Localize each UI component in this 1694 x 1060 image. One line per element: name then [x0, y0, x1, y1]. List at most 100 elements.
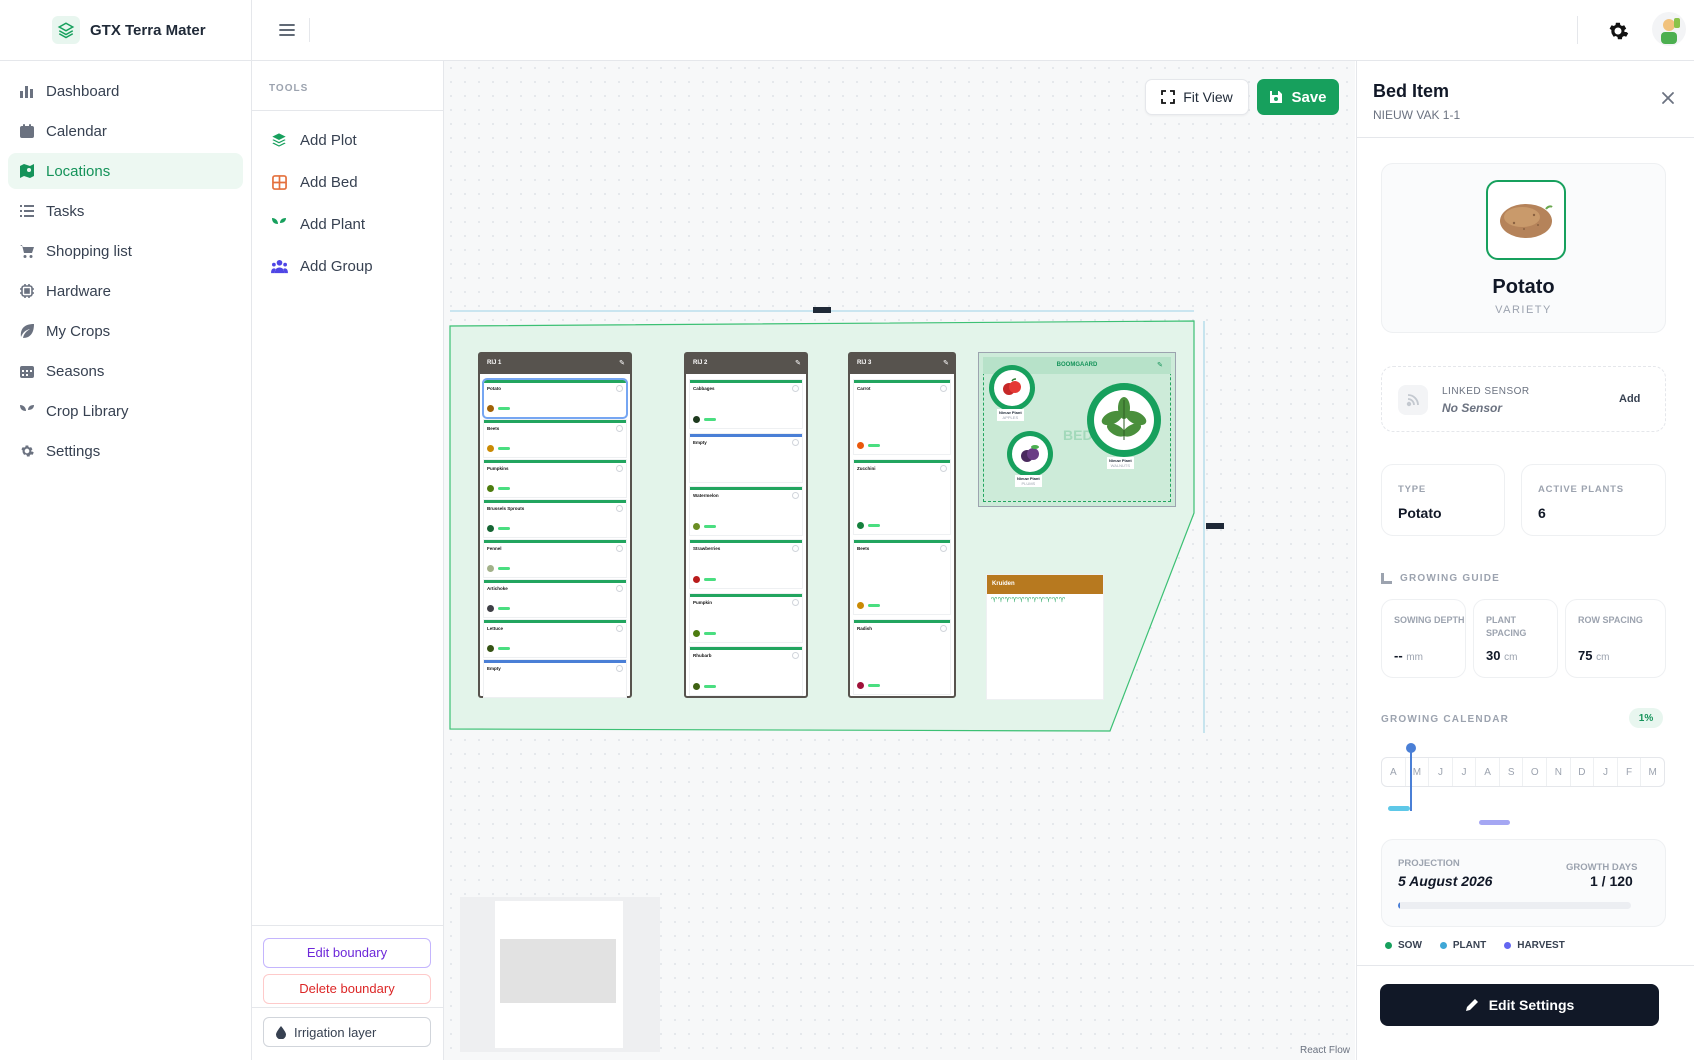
sidebar-item-crop-library[interactable]: Crop Library — [8, 393, 243, 429]
slot-edit-icon[interactable] — [792, 545, 799, 552]
pencil-icon[interactable]: ✎ — [1157, 361, 1163, 369]
pencil-icon[interactable]: ✎ — [795, 359, 801, 367]
tool-label: Add Plot — [300, 131, 357, 149]
crop-icon — [487, 565, 494, 572]
crop-tag — [704, 632, 716, 635]
tree-node[interactable] — [989, 365, 1035, 411]
crop-icon — [487, 645, 494, 652]
row-spacing-card: ROW SPACING 75 cm — [1565, 599, 1666, 678]
bed-rij-1[interactable]: RIJ 1 ✎ Potato Beets Pumpkins Brussels Sp… — [478, 352, 632, 698]
slot-edit-icon[interactable] — [792, 385, 799, 392]
crop-icon — [693, 523, 700, 530]
bed-slot[interactable]: Brussels Sprouts — [484, 500, 626, 537]
layers-logo-icon — [52, 16, 80, 44]
slot-edit-icon[interactable] — [940, 545, 947, 552]
sowing-depth-label: SOWING DEPTH — [1394, 615, 1465, 625]
sidebar-item-shopping-list[interactable]: Shopping list — [8, 233, 243, 269]
growing-guide-title: GROWING GUIDE — [1400, 573, 1501, 584]
close-icon[interactable] — [1659, 89, 1677, 107]
tools-panel: TOOLS Add Plot Add Bed Add Plant Add Gro… — [252, 61, 444, 1060]
tree-node[interactable] — [1007, 431, 1053, 477]
slot-edit-icon[interactable] — [616, 585, 623, 592]
sidebar-item-settings[interactable]: Settings — [8, 433, 243, 469]
month-cell: O — [1523, 758, 1548, 786]
garden-canvas[interactable]: Fit View Save RIJ 1 ✎ Potato Beets Pumpki… — [444, 61, 1355, 1060]
bed-slot[interactable]: Strawberries — [690, 540, 802, 588]
edit-settings-label: Edit Settings — [1488, 997, 1575, 1013]
minimap[interactable] — [460, 897, 660, 1052]
sidebar-item-label: Settings — [46, 442, 101, 460]
bed-slot[interactable]: Artichoke — [484, 580, 626, 617]
irrigation-layer-toggle[interactable]: Irrigation layer — [263, 1017, 431, 1047]
bed-slot[interactable]: Fennel — [484, 540, 626, 577]
sidebar-item-hardware[interactable]: Hardware — [8, 273, 243, 309]
bed-slot[interactable]: Carrot — [854, 380, 950, 454]
bed-slot[interactable]: Lettuce — [484, 620, 626, 657]
crop-tag — [498, 447, 510, 450]
bed-slot[interactable]: Empty — [484, 660, 626, 697]
slot-edit-icon[interactable] — [616, 665, 623, 672]
bed-slot[interactable]: Cabbages — [690, 380, 802, 428]
slot-edit-icon[interactable] — [616, 425, 623, 432]
bed-slot[interactable]: Beets — [484, 420, 626, 457]
layers-icon — [270, 131, 288, 149]
bed-slot[interactable]: Empty — [690, 434, 802, 482]
pencil-icon[interactable]: ✎ — [943, 359, 949, 367]
slot-edit-icon[interactable] — [616, 625, 623, 632]
sidebar-item-dashboard[interactable]: Dashboard — [8, 73, 243, 109]
edit-boundary-button[interactable]: Edit boundary — [263, 938, 431, 968]
slot-edit-icon[interactable] — [940, 385, 947, 392]
brand[interactable]: GTX Terra Mater — [0, 0, 252, 61]
sidebar-item-locations[interactable]: Locations — [8, 153, 243, 189]
slot-edit-icon[interactable] — [792, 599, 799, 606]
add-bed-button[interactable]: Add Bed — [252, 161, 443, 203]
menu-toggle-icon[interactable] — [274, 18, 300, 42]
growth-progress-fill — [1398, 902, 1401, 909]
slot-edit-icon[interactable] — [940, 625, 947, 632]
sidebar-item-label: My Crops — [46, 322, 111, 340]
slot-edit-icon[interactable] — [616, 385, 623, 392]
sidebar-item-seasons[interactable]: Seasons — [8, 353, 243, 389]
bed-slot[interactable]: Radish — [854, 620, 950, 694]
tree-node[interactable] — [1087, 383, 1161, 457]
bed-rij-3[interactable]: RIJ 3 ✎ Carrot Zucchini Beets Radish — [848, 352, 956, 698]
avatar[interactable] — [1652, 12, 1686, 46]
slot-edit-icon[interactable] — [616, 505, 623, 512]
crop-icon — [857, 442, 864, 449]
sidebar: Dashboard Calendar Locations Tasks Shopp… — [0, 61, 252, 1060]
sidebar-item-tasks[interactable]: Tasks — [8, 193, 243, 229]
grid-icon — [270, 173, 288, 191]
bed-slot[interactable]: Zucchini — [854, 460, 950, 534]
orchard-group[interactable]: BOOMGAARD ✎ BED Nieuw Plant APPLES Nieuw … — [978, 352, 1176, 507]
bed-slot[interactable]: Rhubarb — [690, 647, 802, 695]
add-sensor-button[interactable]: Add — [1619, 393, 1640, 405]
bed-slot[interactable]: Beets — [854, 540, 950, 614]
add-plant-button[interactable]: Add Plant — [252, 203, 443, 245]
pencil-icon[interactable]: ✎ — [619, 359, 625, 367]
slot-edit-icon[interactable] — [940, 465, 947, 472]
bed-rij-2[interactable]: RIJ 2 ✎ Cabbages Empty Watermelon Strawbe… — [684, 352, 808, 698]
sidebar-item-calendar[interactable]: Calendar — [8, 113, 243, 149]
bed-slot[interactable]: Pumpkin — [690, 594, 802, 642]
linked-sensor-card: LINKED SENSOR No Sensor Add — [1381, 366, 1666, 432]
bed-header: RIJ 1 ✎ — [480, 354, 630, 374]
add-plot-button[interactable]: Add Plot — [252, 119, 443, 161]
add-group-button[interactable]: Add Group — [252, 245, 443, 287]
edit-settings-button[interactable]: Edit Settings — [1380, 984, 1659, 1026]
herbs-bed[interactable]: Kruiden ♈♈♈♈♈♈♈♈♈♈♈ — [987, 575, 1103, 699]
bed-slot[interactable]: Pumpkins — [484, 460, 626, 497]
slot-edit-icon[interactable] — [792, 439, 799, 446]
brand-name: GTX Terra Mater — [90, 21, 206, 39]
slot-edit-icon[interactable] — [792, 652, 799, 659]
sidebar-item-my-crops[interactable]: My Crops — [8, 313, 243, 349]
settings-gear-icon[interactable] — [1606, 19, 1630, 43]
slot-edit-icon[interactable] — [616, 545, 623, 552]
bed-slot[interactable]: Potato — [482, 378, 628, 419]
slot-edit-icon[interactable] — [616, 465, 623, 472]
slot-label: Lettuce — [487, 626, 504, 631]
slot-edit-icon[interactable] — [792, 492, 799, 499]
react-flow-attribution[interactable]: React Flow — [1300, 1045, 1350, 1056]
tool-label: Add Group — [300, 257, 373, 275]
bed-slot[interactable]: Watermelon — [690, 487, 802, 535]
delete-boundary-button[interactable]: Delete boundary — [263, 974, 431, 1004]
